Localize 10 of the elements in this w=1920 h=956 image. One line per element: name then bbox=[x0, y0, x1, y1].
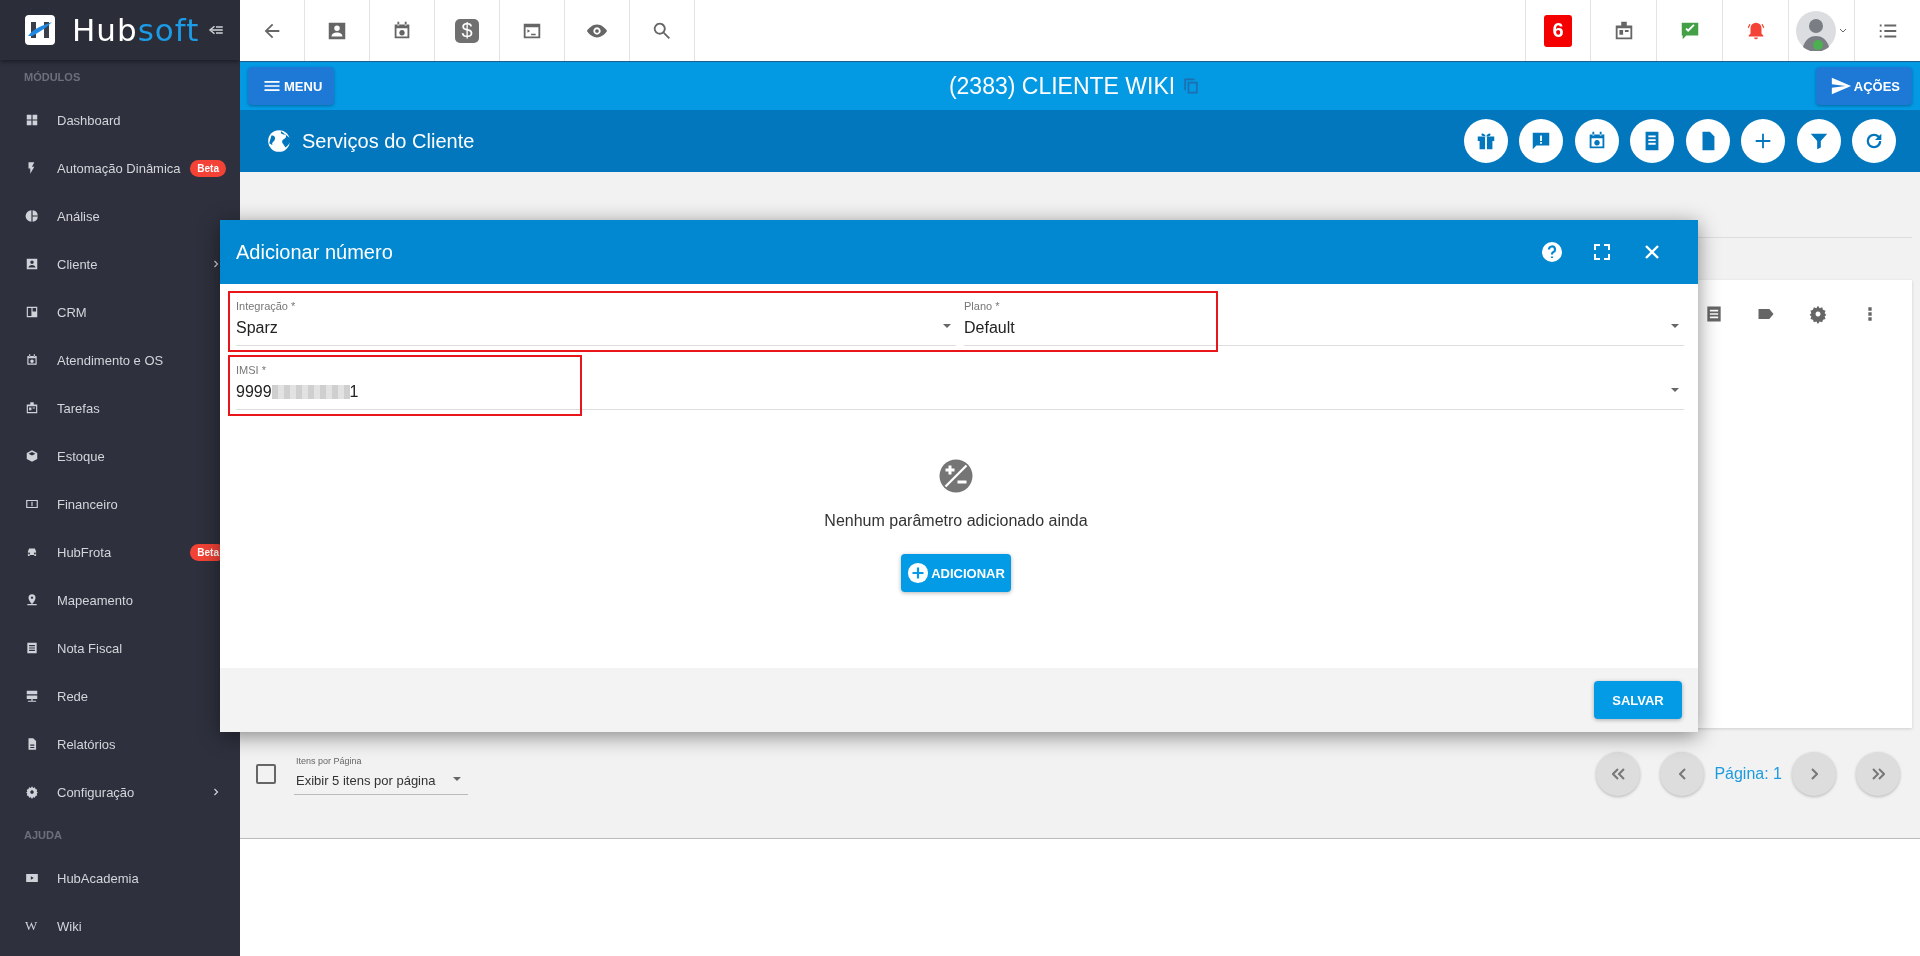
beta-badge: Beta bbox=[190, 159, 226, 177]
page-indicator: Página: 1 bbox=[1714, 765, 1782, 783]
brand-name: Hubsoft bbox=[72, 12, 200, 48]
section-title: Serviços do Cliente bbox=[302, 129, 475, 153]
client-title: (2383) CLIENTE WIKI bbox=[948, 72, 1176, 100]
dialog-title: Adicionar número bbox=[236, 240, 393, 264]
section-heading: AJUDA bbox=[23, 828, 63, 843]
section-heading: MÓDULOS bbox=[23, 70, 82, 85]
empty-message: Nenhum parâmetro adicionado ainda bbox=[824, 512, 1088, 530]
wiki-glyph-icon: W bbox=[25, 918, 39, 934]
